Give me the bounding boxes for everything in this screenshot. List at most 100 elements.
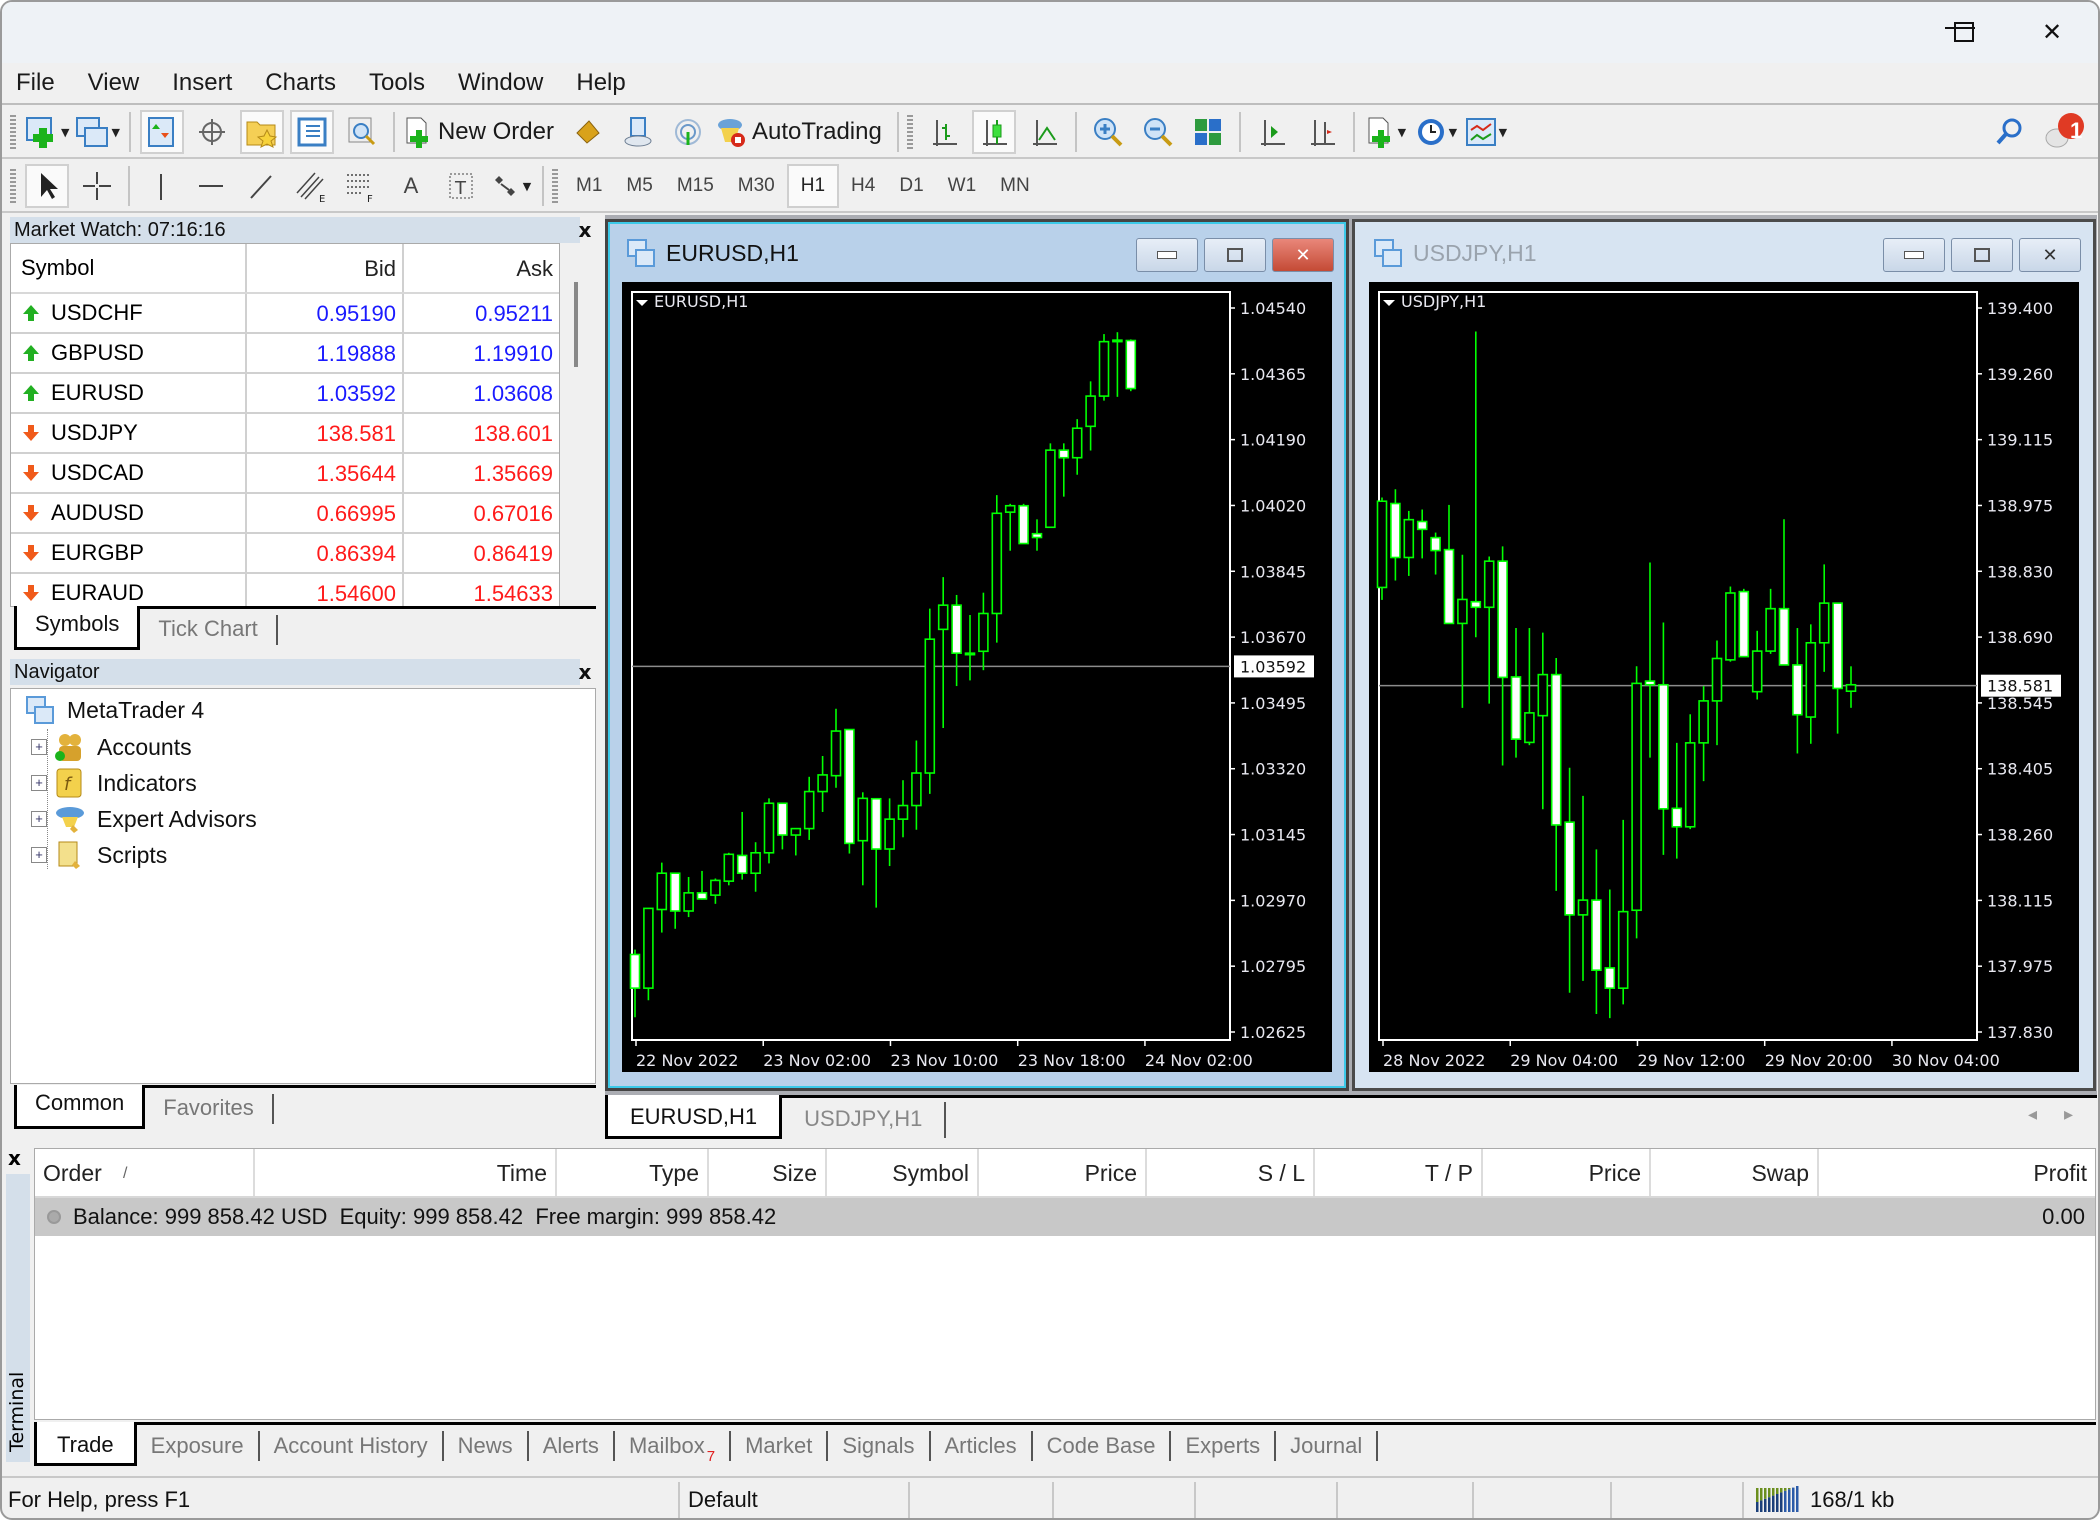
toolbar-grip[interactable] <box>10 115 16 149</box>
trendline-button[interactable] <box>239 164 283 208</box>
templates-button[interactable]: ▼ <box>1464 110 1508 154</box>
market-watch-scrollbar[interactable] <box>574 282 578 367</box>
navigator-button[interactable] <box>239 110 284 154</box>
chart-shift-button[interactable] <box>1300 110 1344 154</box>
market-watch-row[interactable]: USDCHF 0.95190 0.95211 <box>11 294 559 334</box>
chart-window-usdjpy[interactable]: USDJPY,H1 ✕ 139.400 139.260 139.115 138.975… <box>1352 219 2096 1091</box>
terminal-close-icon[interactable]: x <box>8 1146 21 1170</box>
market-watch-row[interactable]: EURAUD 1.54600 1.54633 <box>11 574 559 606</box>
chart-tab-usdjpy[interactable]: USDJPY,H1 <box>782 1102 947 1138</box>
timeframe-m15[interactable]: M15 <box>665 164 726 208</box>
menu-window[interactable]: Window <box>458 69 543 97</box>
line-chart-button[interactable] <box>1022 110 1066 154</box>
nav-item-accounts[interactable]: + Accounts <box>31 731 192 763</box>
menu-insert[interactable]: Insert <box>172 69 232 97</box>
expand-icon[interactable]: + <box>31 847 47 863</box>
column-header-ask[interactable]: Ask <box>404 244 559 292</box>
tab-tick-chart[interactable]: Tick Chart <box>140 615 278 645</box>
terminal-tab-news[interactable]: News <box>444 1431 529 1461</box>
chart-close-button[interactable]: ✕ <box>1272 238 1334 272</box>
column-header-type[interactable]: Type <box>557 1149 709 1196</box>
terminal-tab-alerts[interactable]: Alerts <box>529 1431 615 1461</box>
column-header-tp[interactable]: T / P <box>1315 1149 1483 1196</box>
timeframe-w1[interactable]: W1 <box>936 164 989 208</box>
terminal-tab-journal[interactable]: Journal <box>1276 1431 1379 1461</box>
menu-tools[interactable]: Tools <box>369 69 425 97</box>
scroll-right-icon[interactable]: ▸ <box>2064 1104 2073 1125</box>
notifications-button[interactable]: 1 <box>2043 110 2087 154</box>
chart-window-eurusd[interactable]: EURUSD,H1 ✕ 1.04540 1.04365 1.04190 1.04020… <box>605 219 1349 1091</box>
timeframe-h4[interactable]: H4 <box>839 164 887 208</box>
terminal-tab-articles[interactable]: Articles <box>931 1431 1033 1461</box>
column-header-bid[interactable]: Bid <box>247 244 404 292</box>
timeframe-d1[interactable]: D1 <box>887 164 935 208</box>
nav-item-indicators[interactable]: + f Indicators <box>31 767 197 799</box>
profiles-button[interactable]: ▼ <box>75 110 120 154</box>
terminal-tab-mailbox[interactable]: Mailbox 7 <box>615 1431 732 1465</box>
chart-tab-eurusd[interactable]: EURUSD,H1 <box>605 1095 783 1139</box>
terminal-tab-account-history[interactable]: Account History <box>260 1431 444 1461</box>
horizontal-line-button[interactable] <box>189 164 233 208</box>
vertical-line-button[interactable] <box>139 164 183 208</box>
column-header-swap[interactable]: Swap <box>1651 1149 1819 1196</box>
nav-item-scripts[interactable]: + Scripts <box>31 839 167 871</box>
vps-button[interactable] <box>666 110 710 154</box>
menu-charts[interactable]: Charts <box>265 69 336 97</box>
chart-restore-button[interactable] <box>1204 238 1266 272</box>
data-window-button[interactable] <box>190 110 234 154</box>
menu-view[interactable]: View <box>88 69 140 97</box>
timeframe-m5[interactable]: M5 <box>614 164 664 208</box>
chart-menu-icon[interactable] <box>1383 300 1395 306</box>
timeframe-mn[interactable]: MN <box>988 164 1042 208</box>
menu-help[interactable]: Help <box>576 69 625 97</box>
column-header-time[interactable]: Time <box>255 1149 557 1196</box>
nav-root-metatrader[interactable]: MetaTrader 4 <box>25 695 204 725</box>
chart-minimize-button[interactable] <box>1883 238 1945 272</box>
zoom-in-button[interactable] <box>1086 110 1130 154</box>
indicators-button[interactable]: ▼ <box>1364 110 1408 154</box>
column-header-price[interactable]: Price <box>979 1149 1147 1196</box>
autotrading-button[interactable]: AutoTrading <box>716 110 888 154</box>
tab-favorites[interactable]: Favorites <box>145 1094 274 1124</box>
auto-scroll-button[interactable] <box>1250 110 1294 154</box>
terminal-tab-trade[interactable]: Trade <box>34 1422 137 1466</box>
toolbar-grip[interactable] <box>10 169 16 203</box>
status-profile[interactable]: Default <box>680 1482 910 1518</box>
terminal-tab-signals[interactable]: Signals <box>828 1431 931 1461</box>
tab-symbols[interactable]: Symbols <box>14 606 141 650</box>
market-watch-row[interactable]: USDCAD 1.35644 1.35669 <box>11 454 559 494</box>
column-header-size[interactable]: Size <box>709 1149 827 1196</box>
equidistant-channel-button[interactable]: E <box>289 164 333 208</box>
market-watch-row[interactable]: EURUSD 1.03592 1.03608 <box>11 374 559 414</box>
strategy-tester-button[interactable] <box>340 110 384 154</box>
chart-restore-button[interactable] <box>1951 238 2013 272</box>
chart-canvas-usdjpy[interactable]: 139.400 139.260 139.115 138.975 138.830 138.6… <box>1369 282 2079 1072</box>
candlestick-button[interactable] <box>971 110 1016 154</box>
column-header-symbol[interactable]: Symbol <box>11 244 247 292</box>
new-order-button[interactable]: New Order <box>404 110 560 154</box>
toolbar-grip[interactable] <box>906 115 913 149</box>
timeframe-h1[interactable]: H1 <box>786 164 840 208</box>
market-watch-row[interactable]: AUDUSD 0.66995 0.67016 <box>11 494 559 534</box>
signals-button[interactable] <box>616 110 660 154</box>
text-button[interactable]: A <box>389 164 433 208</box>
terminal-tab-experts[interactable]: Experts <box>1171 1431 1277 1461</box>
market-watch-close-button[interactable]: x <box>572 217 598 243</box>
arrows-button[interactable]: ▼ <box>489 164 533 208</box>
column-header-order[interactable]: Order / <box>35 1149 255 1196</box>
chart-canvas-eurusd[interactable]: 1.04540 1.04365 1.04190 1.04020 1.03845 1.036… <box>622 282 1332 1072</box>
market-watch-button[interactable] <box>139 110 184 154</box>
navigator-close-button[interactable]: x <box>572 659 598 685</box>
crosshair-button[interactable] <box>75 164 119 208</box>
fibonacci-button[interactable]: F <box>339 164 383 208</box>
terminal-tab-market[interactable]: Market <box>731 1431 829 1461</box>
new-chart-button[interactable]: ▼ <box>25 110 69 154</box>
column-header-profit[interactable]: Profit <box>1819 1149 2095 1196</box>
expand-icon[interactable]: + <box>31 739 47 755</box>
timeframe-m1[interactable]: M1 <box>564 164 614 208</box>
expand-icon[interactable]: + <box>31 811 47 827</box>
terminal-tab-code-base[interactable]: Code Base <box>1033 1431 1172 1461</box>
column-header-symbol[interactable]: Symbol <box>827 1149 979 1196</box>
nav-item-expert-advisors[interactable]: + Expert Advisors <box>31 803 257 835</box>
column-header-current-price[interactable]: Price <box>1483 1149 1651 1196</box>
